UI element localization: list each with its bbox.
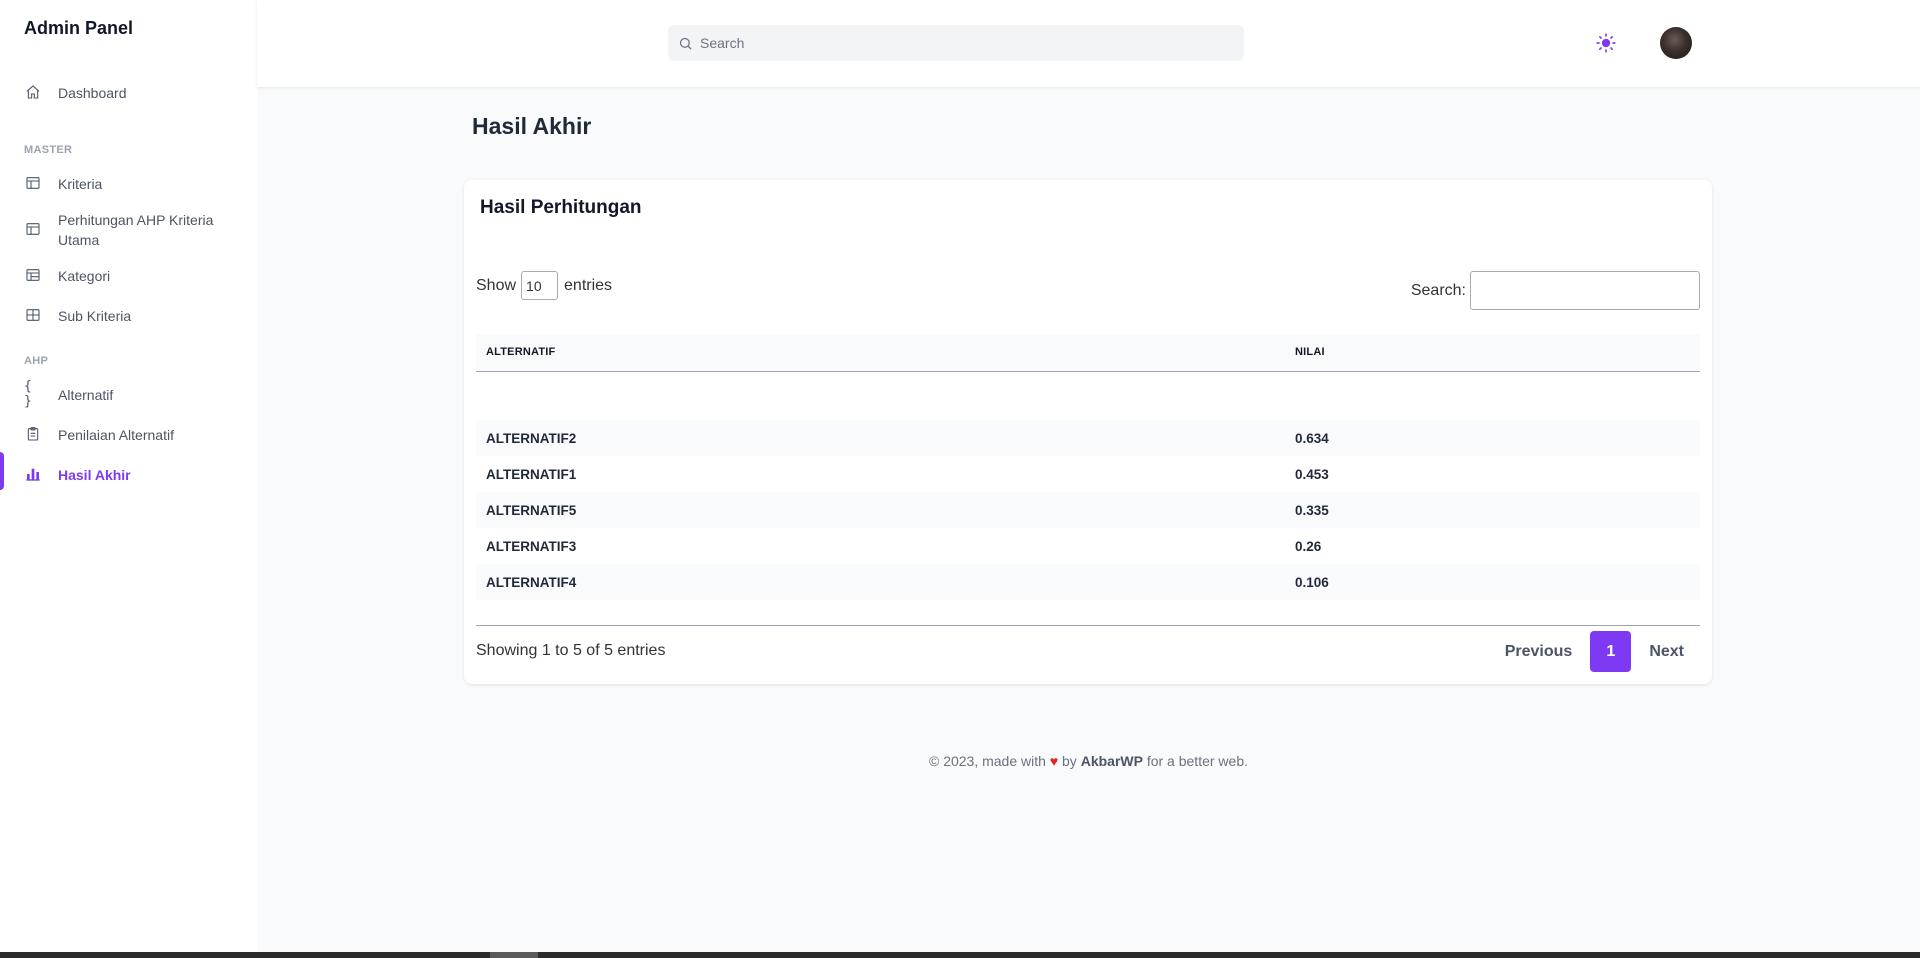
footer-by: by bbox=[1062, 753, 1077, 769]
footer-suffix: for a better web. bbox=[1146, 753, 1248, 769]
cell-nilai: 0.634 bbox=[1295, 430, 1329, 446]
show-label: Show bbox=[476, 276, 517, 294]
cell-nilai: 0.106 bbox=[1295, 574, 1329, 590]
sun-icon bbox=[1596, 33, 1616, 53]
card-title: Hasil Perhitungan bbox=[480, 197, 642, 218]
sidebar-item-kriteria[interactable]: Kriteria bbox=[0, 174, 257, 194]
sidebar-item-label: Sub Kriteria bbox=[58, 308, 132, 324]
cell-alternatif: ALTERNATIF5 bbox=[486, 502, 577, 518]
table-spacer-row bbox=[476, 371, 1700, 420]
table-header-row: ALTERNATIF NILAI bbox=[476, 334, 1700, 372]
sidebar-item-label: Perhitungan AHP Kriteria Utama bbox=[58, 210, 213, 250]
column-header-nilai[interactable]: NILAI bbox=[1285, 334, 1700, 372]
cell-alternatif: ALTERNATIF3 bbox=[486, 538, 577, 554]
table-search-control: Search: bbox=[1411, 271, 1700, 310]
next-page-button[interactable]: Next bbox=[1631, 631, 1702, 672]
bar-chart-icon bbox=[24, 465, 42, 483]
table-search-label: Search: bbox=[1410, 281, 1466, 299]
table-row: ALTERNATIF2 0.634 bbox=[476, 420, 1700, 456]
table-search-input[interactable] bbox=[1470, 271, 1700, 310]
braces-icon: { } bbox=[24, 379, 32, 409]
sidebar-item-kategori[interactable]: Kategori bbox=[0, 266, 257, 286]
heart-icon: ♥ bbox=[1049, 753, 1059, 769]
sidebar-item-penilaian-alternatif[interactable]: Penilaian Alternatif bbox=[0, 425, 257, 445]
sidebar-item-dashboard[interactable]: Dashboard bbox=[0, 83, 257, 103]
cell-nilai: 0.26 bbox=[1295, 538, 1322, 554]
layout-icon bbox=[24, 266, 42, 284]
sidebar-item-hasil-akhir[interactable]: Hasil Akhir bbox=[0, 465, 257, 485]
results-table-wrapper: ALTERNATIF NILAI ALTERNATIF2 0.634 ALTER… bbox=[476, 334, 1700, 600]
search-icon bbox=[679, 37, 692, 50]
previous-page-button[interactable]: Previous bbox=[1487, 631, 1591, 672]
sidebar-item-alternatif[interactable]: { } Alternatif bbox=[0, 379, 257, 409]
brand-title[interactable]: Admin Panel bbox=[24, 18, 133, 39]
sidebar-item-label: Hasil Akhir bbox=[58, 467, 131, 483]
cell-alternatif: ALTERNATIF4 bbox=[486, 574, 577, 590]
theme-toggle-button[interactable] bbox=[1595, 32, 1617, 54]
page-length-control: Show 10 entries bbox=[476, 271, 612, 300]
cell-nilai: 0.335 bbox=[1295, 502, 1329, 518]
columns-icon bbox=[24, 306, 42, 324]
page-length-select[interactable]: 10 bbox=[521, 271, 559, 300]
avatar[interactable] bbox=[1660, 27, 1692, 59]
sidebar-item-label: Kategori bbox=[58, 268, 111, 284]
sidebar-item-perhitungan-ahp[interactable]: Perhitungan AHP Kriteria Utama bbox=[0, 210, 257, 250]
horizontal-scrollbar[interactable] bbox=[0, 952, 1920, 958]
footer-prefix: © 2023, made with bbox=[928, 753, 1046, 769]
entries-label: entries bbox=[564, 276, 613, 294]
footer: © 2023, made with ♥ by AkbarWP for a bet… bbox=[257, 753, 1920, 769]
scrollbar-thumb[interactable] bbox=[490, 952, 538, 958]
global-search[interactable] bbox=[668, 25, 1244, 61]
home-icon bbox=[24, 83, 42, 101]
sidebar-item-label-line2: Utama bbox=[58, 232, 100, 248]
table-row: ALTERNATIF5 0.335 bbox=[476, 492, 1700, 528]
footer-author-link[interactable]: AkbarWP bbox=[1081, 753, 1143, 769]
top-header bbox=[257, 0, 1920, 87]
sidebar-item-label-line1: Perhitungan AHP Kriteria bbox=[58, 212, 214, 228]
page-title: Hasil Akhir bbox=[472, 113, 592, 139]
section-label-ahp: AHP bbox=[24, 355, 49, 367]
pagination: Previous 1 Next bbox=[1487, 631, 1702, 672]
search-input[interactable] bbox=[700, 35, 1244, 51]
sidebar-item-label: Penilaian Alternatif bbox=[58, 427, 174, 443]
sidebar: Admin Panel Dashboard MASTER Kriteria Pe… bbox=[0, 0, 257, 958]
results-card: Hasil Perhitungan Show 10 entries Search… bbox=[464, 180, 1712, 684]
cell-nilai: 0.453 bbox=[1295, 466, 1329, 482]
page-1-button[interactable]: 1 bbox=[1590, 631, 1632, 672]
sidebar-item-label: Alternatif bbox=[58, 387, 114, 403]
sidebar-item-sub-kriteria[interactable]: Sub Kriteria bbox=[0, 306, 257, 326]
table-row: ALTERNATIF1 0.453 bbox=[476, 456, 1700, 492]
table-bottom-border bbox=[476, 625, 1700, 626]
column-header-alternatif[interactable]: ALTERNATIF bbox=[476, 334, 1285, 372]
table-icon bbox=[24, 220, 42, 238]
cell-alternatif: ALTERNATIF2 bbox=[486, 430, 577, 446]
table-row: ALTERNATIF3 0.26 bbox=[476, 528, 1700, 564]
section-label-master: MASTER bbox=[24, 144, 73, 156]
table-info: Showing 1 to 5 of 5 entries bbox=[476, 642, 666, 659]
results-table: ALTERNATIF NILAI ALTERNATIF2 0.634 ALTER… bbox=[476, 334, 1700, 600]
table-icon bbox=[24, 174, 42, 192]
clipboard-icon bbox=[24, 425, 42, 443]
sidebar-item-label: Kriteria bbox=[58, 176, 103, 192]
cell-alternatif: ALTERNATIF1 bbox=[486, 466, 577, 482]
table-row: ALTERNATIF4 0.106 bbox=[476, 564, 1700, 600]
sidebar-item-label: Dashboard bbox=[58, 85, 127, 101]
